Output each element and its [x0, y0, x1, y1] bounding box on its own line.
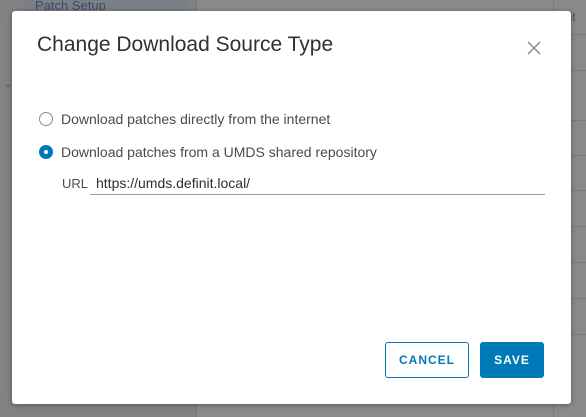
close-icon	[527, 41, 541, 55]
option-umds-label: Download patches from a UMDS shared repo…	[61, 144, 377, 160]
save-button[interactable]: SAVE	[480, 342, 544, 378]
radio-umds-repository[interactable]	[39, 145, 53, 159]
option-internet-label: Download patches directly from the inter…	[61, 111, 331, 127]
url-label: URL	[62, 176, 89, 191]
url-input[interactable]	[90, 171, 545, 195]
close-button[interactable]	[526, 40, 542, 56]
option-umds-repository[interactable]: Download patches from a UMDS shared repo…	[39, 144, 377, 160]
cancel-button[interactable]: CANCEL	[385, 342, 469, 378]
change-download-source-dialog: Change Download Source Type Download pat…	[12, 11, 571, 404]
radio-internet[interactable]	[39, 112, 53, 126]
option-internet[interactable]: Download patches directly from the inter…	[39, 111, 330, 127]
dialog-title: Change Download Source Type	[37, 33, 334, 56]
